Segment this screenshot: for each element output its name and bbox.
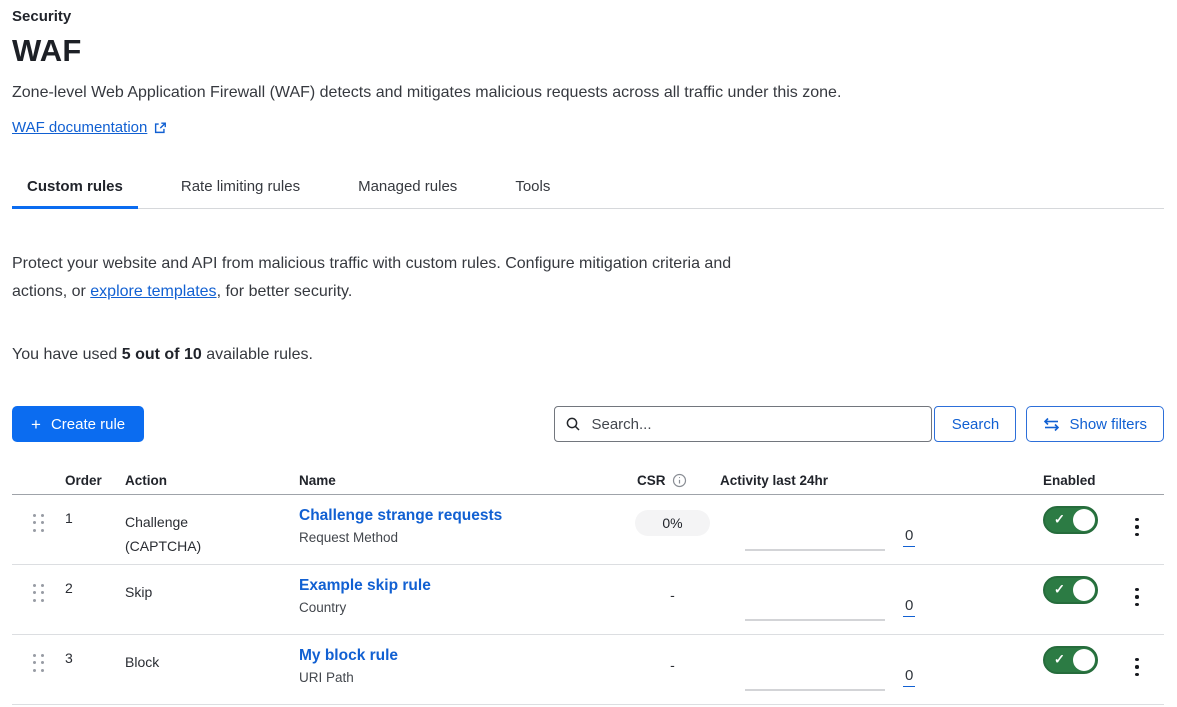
waf-documentation-link[interactable]: WAF documentation (12, 119, 167, 136)
toggle-knob (1073, 579, 1095, 601)
search-icon (565, 416, 581, 437)
check-icon: ✓ (1054, 652, 1065, 668)
action-cell: Block (125, 635, 299, 704)
csr-cell: - (625, 635, 720, 704)
plus-icon: + (31, 416, 41, 433)
usage-count: 5 out of 10 (122, 346, 202, 363)
order-cell: 3 (65, 635, 125, 704)
header-action: Action (125, 473, 299, 488)
rule-field: Request Method (299, 530, 625, 545)
rule-field: URI Path (299, 670, 625, 685)
action-cell: Skip (125, 565, 299, 634)
rule-name-link[interactable]: Example skip rule (299, 577, 431, 594)
tab-custom-rules[interactable]: Custom rules (12, 170, 138, 208)
header-csr-label: CSR (637, 473, 666, 488)
page-description: Zone-level Web Application Firewall (WAF… (12, 84, 1164, 102)
header-order: Order (65, 473, 125, 488)
csr-cell: - (625, 565, 720, 634)
external-link-icon (153, 121, 167, 135)
show-filters-label: Show filters (1069, 416, 1147, 433)
menu-cell (1110, 635, 1164, 704)
waf-documentation-label: WAF documentation (12, 119, 147, 136)
check-icon: ✓ (1054, 582, 1065, 598)
csr-cell: 0% (625, 495, 720, 564)
activity-count-link[interactable]: 0 (903, 527, 915, 547)
rules-table: Order Action Name CSR Activity last 24hr… (12, 467, 1164, 705)
activity-count-link[interactable]: 0 (903, 597, 915, 617)
csr-badge: 0% (635, 510, 709, 536)
enabled-toggle[interactable]: ✓ (1043, 646, 1098, 674)
toggle-knob (1073, 509, 1095, 531)
page-title: WAF (12, 33, 1164, 69)
enabled-cell: ✓ (935, 495, 1110, 564)
search-box (554, 406, 932, 442)
kebab-menu-icon[interactable] (1127, 654, 1147, 680)
waf-page: Security WAF Zone-level Web Application … (0, 0, 1177, 707)
kebab-menu-icon[interactable] (1127, 514, 1147, 540)
activity-cell: 0 (720, 495, 935, 564)
activity-sparkline (745, 619, 885, 621)
name-cell: Challenge strange requests Request Metho… (299, 495, 625, 564)
enabled-cell: ✓ (935, 635, 1110, 704)
table-row: 2 Skip Example skip rule Country - 0 ✓ (12, 565, 1164, 635)
rule-name-link[interactable]: Challenge strange requests (299, 507, 502, 524)
show-filters-button[interactable]: Show filters (1026, 406, 1164, 442)
drag-handle-cell (12, 565, 65, 634)
menu-cell (1110, 565, 1164, 634)
tab-rate-limiting-rules[interactable]: Rate limiting rules (166, 170, 315, 208)
menu-cell (1110, 495, 1164, 564)
name-cell: Example skip rule Country (299, 565, 625, 634)
activity-count-link[interactable]: 0 (903, 667, 915, 687)
tab-tools[interactable]: Tools (500, 170, 565, 208)
search-button[interactable]: Search (934, 406, 1016, 442)
drag-handle-cell (12, 635, 65, 704)
enabled-cell: ✓ (935, 565, 1110, 634)
activity-cell: 0 (720, 635, 935, 704)
toggle-knob (1073, 649, 1095, 671)
intro-after: , for better security. (217, 283, 353, 300)
drag-handle-cell (12, 495, 65, 564)
enabled-toggle[interactable]: ✓ (1043, 576, 1098, 604)
kebab-menu-icon[interactable] (1127, 584, 1147, 610)
header-csr: CSR (625, 473, 720, 488)
intro-text: Protect your website and API from malici… (12, 250, 754, 306)
search-input[interactable] (554, 406, 932, 442)
drag-handle-icon[interactable] (33, 514, 44, 532)
activity-cell: 0 (720, 565, 935, 634)
rule-name-link[interactable]: My block rule (299, 647, 398, 664)
table-row: 3 Block My block rule URI Path - 0 ✓ (12, 635, 1164, 705)
table-header-row: Order Action Name CSR Activity last 24hr… (12, 467, 1164, 495)
search-group: Search Show filters (554, 406, 1164, 442)
order-cell: 1 (65, 495, 125, 564)
check-icon: ✓ (1054, 512, 1065, 528)
action-cell: Challenge (CAPTCHA) (125, 495, 299, 564)
header-activity: Activity last 24hr (720, 473, 935, 488)
activity-sparkline (745, 549, 885, 551)
order-cell: 2 (65, 565, 125, 634)
drag-handle-icon[interactable] (33, 654, 44, 672)
explore-templates-link[interactable]: explore templates (90, 283, 216, 300)
enabled-toggle[interactable]: ✓ (1043, 506, 1098, 534)
breadcrumb: Security (12, 8, 1164, 25)
tab-bar: Custom rules Rate limiting rules Managed… (12, 170, 1164, 209)
usage-suffix: available rules. (202, 346, 313, 363)
activity-sparkline (745, 689, 885, 691)
drag-handle-icon[interactable] (33, 584, 44, 602)
create-rule-label: Create rule (51, 416, 125, 433)
usage-prefix: You have used (12, 346, 122, 363)
usage-text: You have used 5 out of 10 available rule… (12, 346, 1164, 364)
filters-arrows-icon (1043, 417, 1060, 432)
rule-field: Country (299, 600, 625, 615)
name-cell: My block rule URI Path (299, 635, 625, 704)
info-icon[interactable] (672, 473, 687, 488)
header-name: Name (299, 473, 625, 488)
table-row: 1 Challenge (CAPTCHA) Challenge strange … (12, 495, 1164, 565)
tab-managed-rules[interactable]: Managed rules (343, 170, 472, 208)
header-enabled: Enabled (935, 473, 1110, 488)
toolbar: + Create rule Search (12, 406, 1164, 442)
create-rule-button[interactable]: + Create rule (12, 406, 144, 442)
